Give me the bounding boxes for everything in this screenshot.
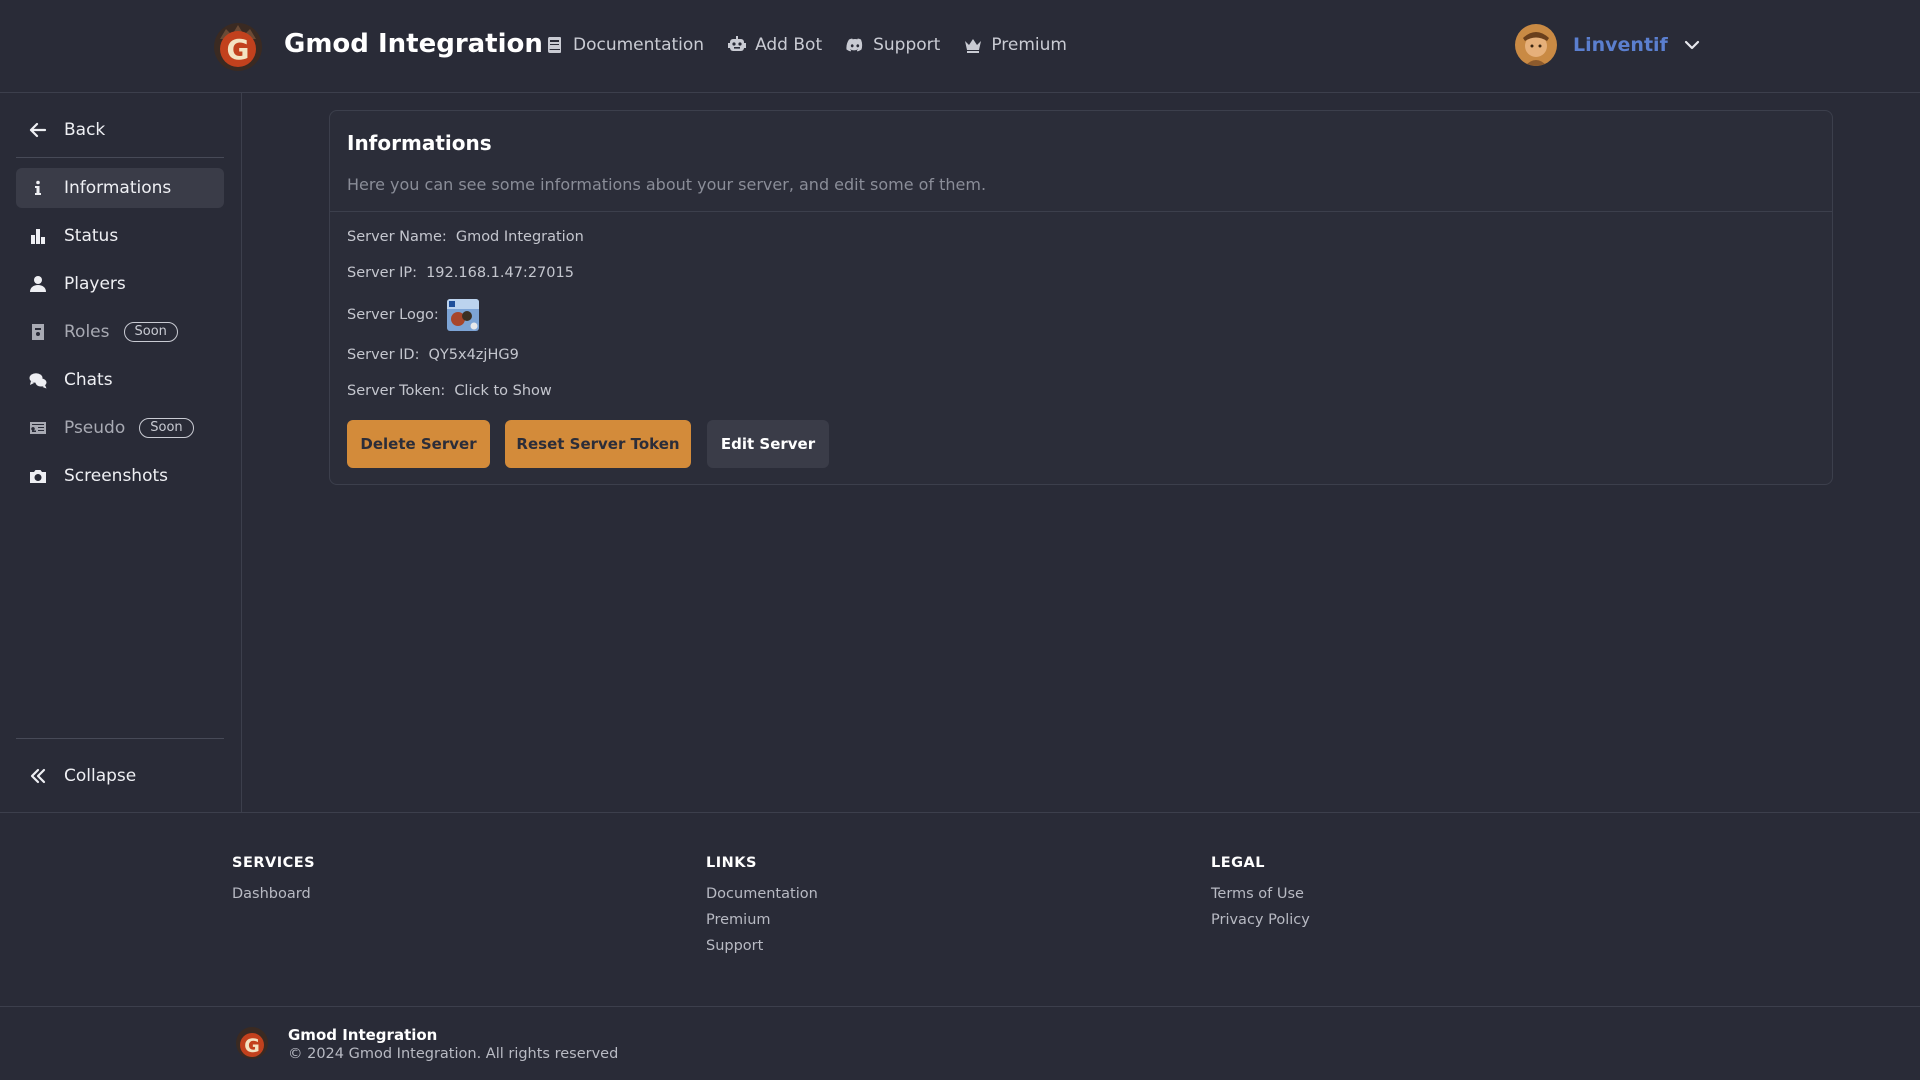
soon-badge: Soon: [139, 418, 194, 438]
avatar: [1515, 24, 1557, 66]
nav-link-support[interactable]: Support: [846, 35, 940, 55]
sidebar-collapse[interactable]: Collapse: [16, 756, 224, 796]
sidebar-item-label: Pseudo: [64, 418, 126, 438]
edit-server-button[interactable]: Edit Server: [707, 420, 829, 468]
user-icon: [28, 274, 48, 294]
server-name-value: Gmod Integration: [455, 229, 584, 245]
top-navbar: G Gmod Integration Documentation Add Bot…: [0, 0, 1920, 93]
footer-heading: SERVICES: [232, 855, 316, 871]
footer-link-premium[interactable]: Premium: [706, 912, 818, 928]
footer-heading: LEGAL: [1211, 855, 1266, 871]
card-divider: [330, 211, 1832, 212]
info-icon: [28, 178, 48, 198]
footer-copyright: © 2024 Gmod Integration. All rights rese…: [288, 1046, 619, 1062]
user-menu[interactable]: Linventif: [1515, 24, 1702, 66]
footer-logo: G: [234, 1025, 270, 1061]
chat-bubbles-icon: [28, 370, 48, 390]
footer-links: LINKS Documentation Premium Support: [706, 855, 818, 964]
sidebar-item-label: Roles: [64, 322, 110, 342]
footer-link-terms[interactable]: Terms of Use: [1211, 886, 1310, 902]
id-badge-icon: [28, 322, 48, 342]
sidebar-item-players[interactable]: Players: [16, 264, 224, 304]
footer-link-privacy[interactable]: Privacy Policy: [1211, 912, 1310, 928]
camera-icon: [28, 466, 48, 486]
nav-link-label: Support: [873, 35, 941, 55]
server-logo-label: Server Logo:: [347, 307, 439, 323]
crown-icon: [965, 39, 982, 53]
footer-heading: LINKS: [706, 855, 757, 871]
footer-brand: Gmod Integration: [288, 1026, 438, 1044]
sidebar-item-label: Players: [64, 274, 126, 294]
nav-link-documentation[interactable]: Documentation: [546, 35, 704, 55]
sidebar-item-label: Back: [64, 120, 106, 140]
footer-bottom-divider: [0, 1006, 1920, 1007]
nav-link-add-bot[interactable]: Add Bot: [728, 35, 822, 55]
book-icon: [547, 37, 561, 53]
footer-link-support[interactable]: Support: [706, 938, 818, 954]
sidebar-item-label: Informations: [64, 178, 172, 198]
server-id-field: Server ID: QY5x4zjHG9: [347, 347, 519, 363]
nav-link-premium[interactable]: Premium: [964, 35, 1067, 55]
sidebar-item-label: Screenshots: [64, 466, 169, 486]
footer-legal: LEGAL Terms of Use Privacy Policy: [1211, 855, 1310, 938]
arrow-left-icon: [28, 120, 48, 140]
sidebar-item-chats[interactable]: Chats: [16, 360, 224, 400]
server-token-label: Server Token:: [347, 383, 446, 399]
page-title: Informations: [347, 131, 492, 155]
id-card-icon: [28, 418, 48, 438]
footer-services: SERVICES Dashboard: [232, 855, 315, 912]
page-subtitle: Here you can see some informations about…: [347, 175, 987, 194]
sidebar: Back Informations Status Players Roles S…: [0, 93, 242, 812]
sidebar-item-screenshots[interactable]: Screenshots: [16, 456, 224, 496]
server-ip-field: Server IP: 192.168.1.47:27015: [347, 265, 574, 281]
footer-link-documentation[interactable]: Documentation: [706, 886, 818, 902]
server-ip-label: Server IP:: [347, 265, 418, 281]
svg-text:G: G: [227, 33, 250, 66]
show-token-link[interactable]: Click to Show: [454, 383, 551, 399]
sidebar-item-pseudo[interactable]: Pseudo Soon: [16, 408, 224, 448]
server-token-field: Server Token: Click to Show: [347, 383, 552, 399]
server-ip-value: 192.168.1.47:27015: [426, 265, 574, 281]
sidebar-item-status[interactable]: Status: [16, 216, 224, 256]
bar-chart-icon: [28, 226, 48, 246]
nav-links: Documentation Add Bot Support Premium: [546, 35, 1067, 55]
chevron-down-icon: [1684, 40, 1699, 50]
discord-icon: [846, 38, 863, 52]
server-name-label: Server Name:: [347, 229, 447, 245]
sidebar-back[interactable]: Back: [16, 110, 224, 150]
brand-title[interactable]: Gmod Integration: [284, 29, 543, 59]
robot-icon: [728, 36, 747, 51]
soon-badge: Soon: [123, 322, 178, 342]
server-name-field: Server Name: Gmod Integration: [347, 229, 584, 245]
gmod-integration-logo[interactable]: G: [210, 19, 266, 73]
server-logo-image: [446, 299, 479, 331]
server-id-label: Server ID:: [347, 347, 420, 363]
sidebar-item-informations[interactable]: Informations: [16, 168, 224, 208]
sidebar-item-roles[interactable]: Roles Soon: [16, 312, 224, 352]
sidebar-divider: [16, 738, 224, 739]
server-logo-field: Server Logo:: [347, 299, 479, 331]
sidebar-divider: [16, 157, 224, 158]
sidebar-item-label: Status: [64, 226, 119, 246]
nav-link-label: Add Bot: [755, 35, 823, 55]
username: Linventif: [1573, 34, 1668, 56]
reset-server-token-button[interactable]: Reset Server Token: [505, 420, 691, 468]
svg-text:G: G: [244, 1035, 260, 1057]
delete-server-button[interactable]: Delete Server: [347, 420, 490, 468]
double-chevron-left-icon: [28, 766, 48, 786]
server-id-value: QY5x4zjHG9: [428, 347, 519, 363]
footer-divider: [0, 812, 1920, 813]
sidebar-item-label: Collapse: [64, 766, 137, 786]
sidebar-item-label: Chats: [64, 370, 113, 390]
footer-link-dashboard[interactable]: Dashboard: [232, 886, 315, 902]
nav-link-label: Documentation: [573, 35, 705, 55]
nav-link-label: Premium: [991, 35, 1067, 55]
server-info-card: Informations Here you can see some infor…: [329, 110, 1833, 485]
